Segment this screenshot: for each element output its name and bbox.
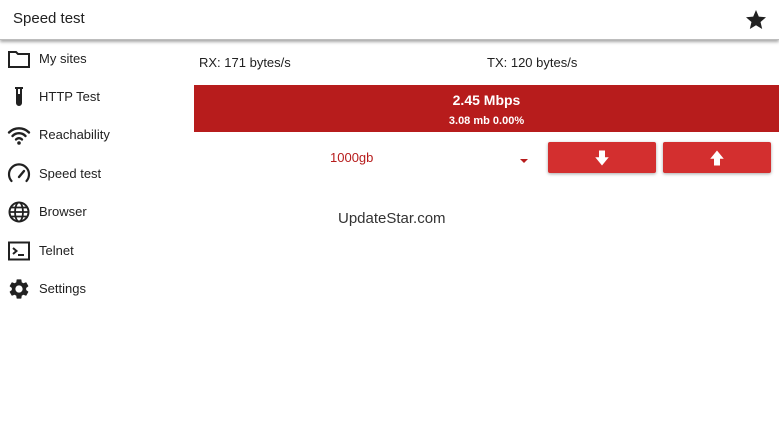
speed-result-banner: 2.45 Mbps 3.08 mb 0.00% [194,85,779,132]
sidebar-item-http-test[interactable]: HTTP Test [0,78,190,116]
sidebar-item-reachability[interactable]: Reachability [0,116,190,154]
star-icon[interactable] [744,8,768,32]
dropdown-arrow-icon [518,153,530,163]
size-select[interactable]: 1000gb [330,143,532,173]
sidebar-item-label: Settings [39,281,86,296]
sidebar-item-settings[interactable]: Settings [0,270,190,308]
app-title: Speed test [13,10,85,27]
speedometer-icon [7,162,31,186]
tx-rate: TX: 120 bytes/s [487,55,578,70]
sidebar-item-label: Speed test [39,166,102,181]
sidebar-item-label: Telnet [39,243,74,258]
speed-detail: 3.08 mb 0.00% [448,115,525,127]
test-tube-icon [7,85,31,109]
sidebar-item-label: Browser [39,204,87,219]
gear-icon [7,277,31,301]
sidebar-item-browser[interactable]: Browser [0,193,190,231]
sidebar-item-my-sites[interactable]: My sites [0,40,190,78]
sidebar-item-speed-test[interactable]: Speed test [0,155,190,193]
rx-rate: RX: 171 bytes/s [199,55,291,70]
sidebar: My sites HTTP Test Reachability Speed te… [0,40,190,438]
size-select-value: 1000gb [330,150,374,165]
download-button[interactable] [548,142,656,173]
app-bar: Speed test [0,0,779,40]
sidebar-item-label: My sites [39,51,87,66]
sidebar-item-label: Reachability [39,127,110,142]
folder-icon [7,47,31,71]
terminal-icon [7,239,31,263]
sidebar-item-label: HTTP Test [39,89,100,104]
watermark-text: UpdateStar.com [338,210,446,227]
arrow-down-icon [595,150,609,166]
upload-button[interactable] [663,142,771,173]
wifi-icon [7,123,31,147]
sidebar-item-telnet[interactable]: Telnet [0,232,190,270]
speed-value: 2.45 Mbps [452,92,521,108]
globe-icon [7,200,31,224]
arrow-up-icon [710,150,724,166]
